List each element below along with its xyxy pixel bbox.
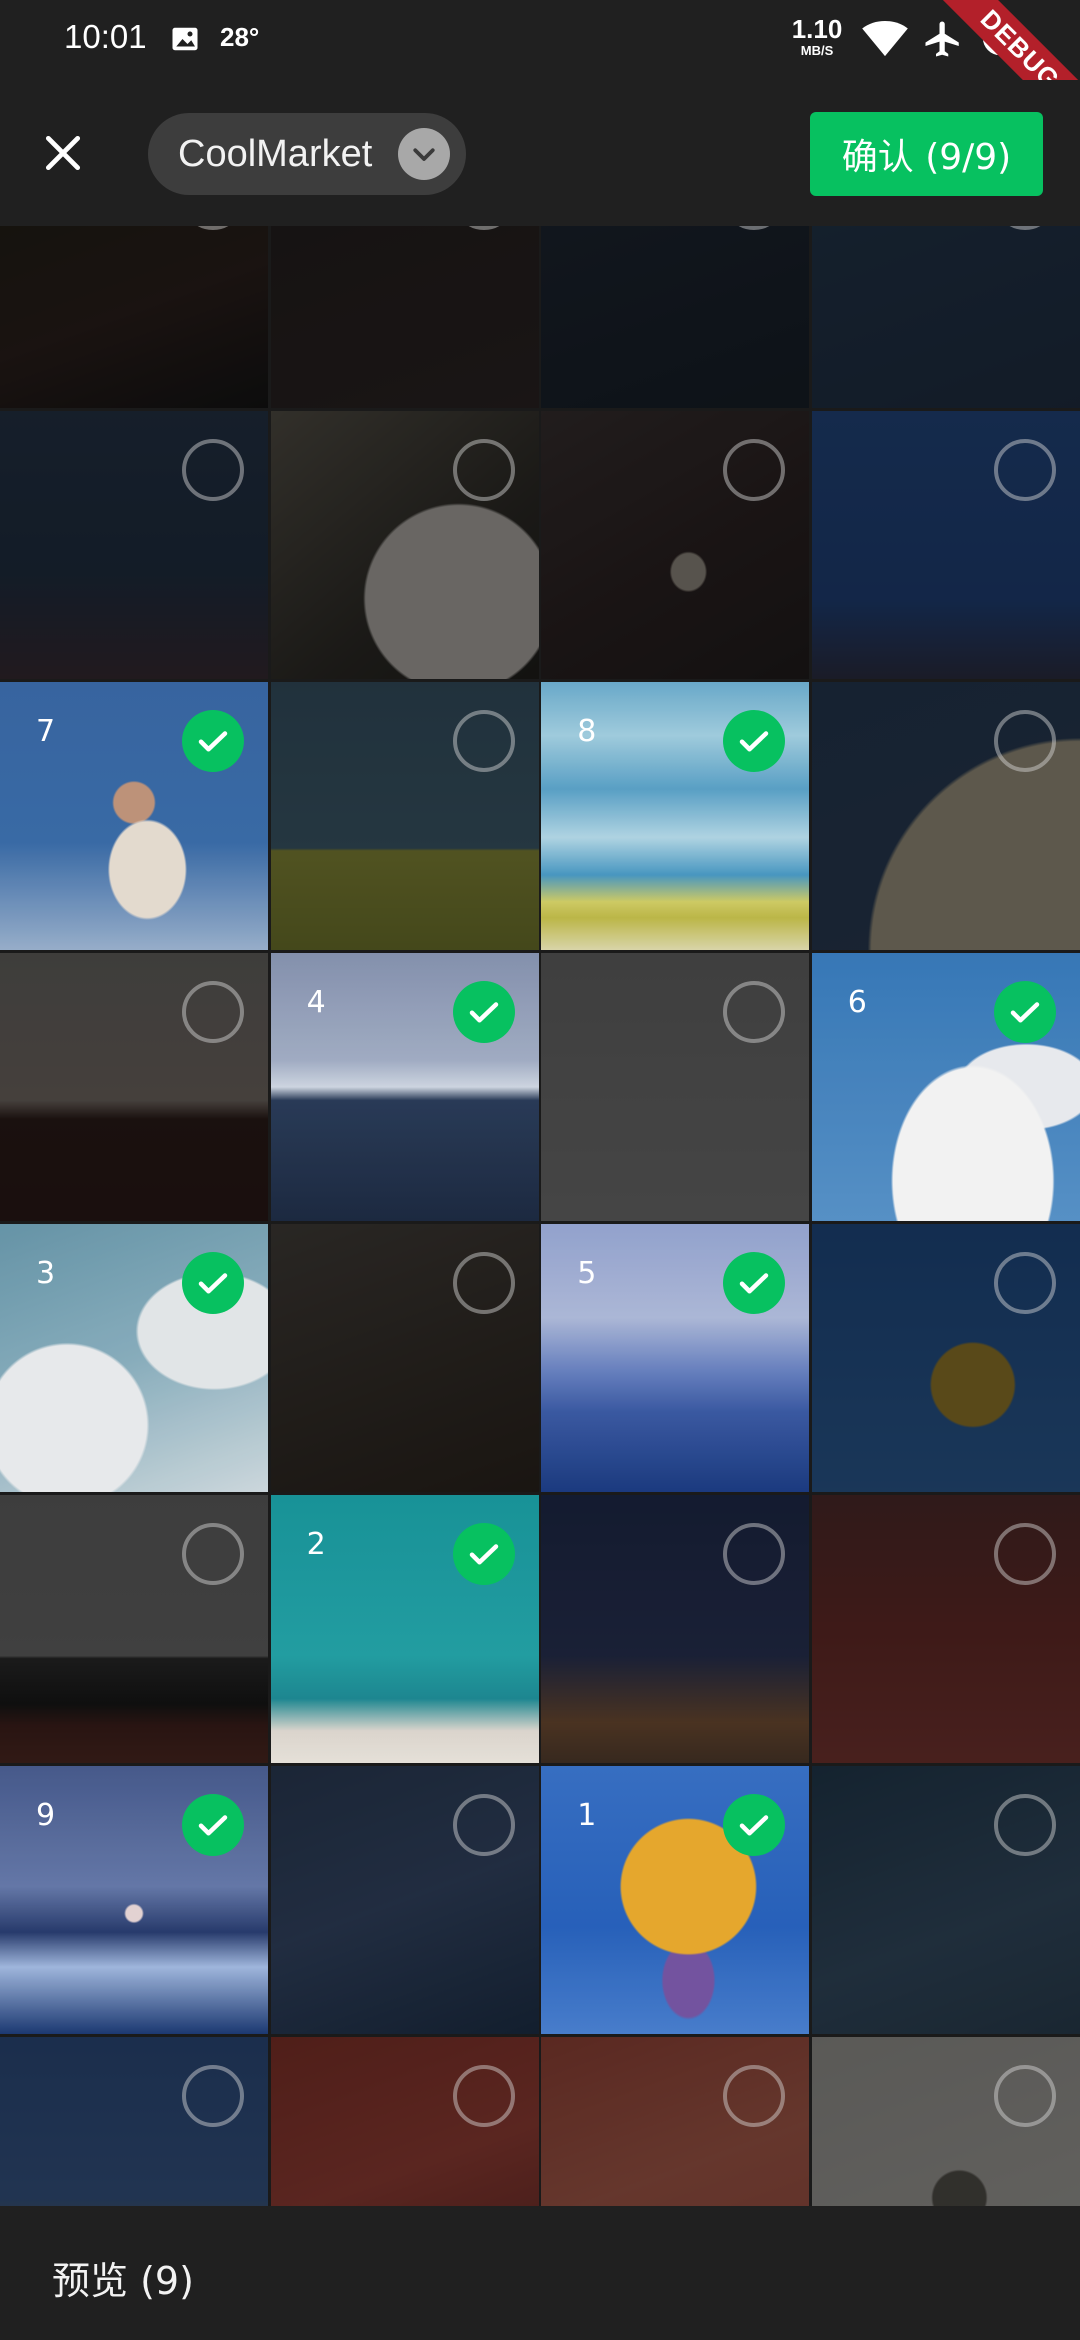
album-name: CoolMarket (178, 132, 373, 175)
photo-cell[interactable] (270, 2037, 539, 2206)
select-circle-icon[interactable] (452, 439, 515, 501)
select-circle-icon[interactable] (182, 439, 244, 501)
photo-grid-inner: 7 8 4 6 3 5 2 9 1 GIF (0, 226, 1080, 2206)
selection-order-number: 1 (577, 1798, 597, 1833)
select-circle-icon[interactable] (993, 710, 1056, 772)
photo-dim-overlay (270, 226, 539, 408)
photo-cell[interactable] (541, 411, 810, 679)
select-circle-icon[interactable] (993, 2065, 1056, 2127)
status-time: 10:01 (64, 18, 147, 55)
selection-order-number: 8 (577, 714, 597, 749)
network-speed-value: 1.10 (791, 14, 843, 44)
network-speed: 1.10 MB/S (790, 16, 844, 57)
photo-cell[interactable] (270, 1224, 539, 1492)
checkmark-icon[interactable] (182, 710, 244, 772)
select-circle-icon[interactable] (993, 1523, 1056, 1585)
select-circle-icon[interactable] (452, 710, 515, 772)
selection-order-number: 4 (306, 985, 326, 1020)
checkmark-icon[interactable] (993, 981, 1056, 1043)
airplane-mode-icon (922, 18, 964, 60)
checkmark-icon[interactable] (723, 710, 786, 772)
photo-cell[interactable]: 3 (0, 1224, 268, 1492)
photo-cell[interactable] (0, 226, 268, 408)
photo-cell[interactable]: 9 (0, 1766, 268, 2034)
selection-order-number: 9 (36, 1798, 56, 1833)
select-circle-icon[interactable] (452, 2065, 515, 2127)
photo-cell[interactable] (541, 1495, 810, 1763)
photo-cell[interactable]: 2 (270, 1495, 539, 1763)
close-icon (45, 135, 81, 171)
photo-dim-overlay (541, 226, 810, 408)
photo-cell[interactable]: 7 (0, 682, 268, 950)
photo-cell[interactable] (811, 1224, 1080, 1492)
select-circle-icon[interactable] (452, 1252, 515, 1314)
photo-cell[interactable]: 4 (270, 953, 539, 1221)
photo-cell[interactable] (270, 411, 539, 679)
image-icon (170, 24, 200, 54)
wifi-icon (862, 20, 908, 58)
album-selector[interactable]: CoolMarket (148, 113, 466, 195)
photo-cell[interactable]: 8 (541, 682, 810, 950)
select-circle-icon[interactable] (723, 2065, 786, 2127)
photo-cell[interactable] (541, 2037, 810, 2206)
select-circle-icon[interactable] (182, 981, 244, 1043)
photo-dim-overlay (0, 226, 268, 408)
photo-cell[interactable] (811, 1495, 1080, 1763)
photo-cell[interactable]: 6 (811, 953, 1080, 1221)
select-circle-icon[interactable] (452, 1794, 515, 1856)
select-circle-icon[interactable] (723, 439, 786, 501)
confirm-button[interactable]: 确认 (9/9) (810, 112, 1043, 196)
status-temperature: 28° (220, 22, 260, 52)
select-circle-icon[interactable] (182, 1523, 244, 1585)
selection-order-number: 7 (36, 714, 56, 749)
select-circle-icon[interactable] (993, 439, 1056, 501)
photo-cell[interactable]: 5 (541, 1224, 810, 1492)
photo-cell[interactable] (270, 682, 539, 950)
checkmark-icon[interactable] (723, 1252, 786, 1314)
photo-cell[interactable] (811, 682, 1080, 950)
checkmark-icon[interactable] (723, 1794, 786, 1856)
checkmark-icon[interactable] (182, 1794, 244, 1856)
photo-cell[interactable] (0, 953, 268, 1221)
checkmark-icon[interactable] (182, 1252, 244, 1314)
photo-cell[interactable] (811, 411, 1080, 679)
select-circle-icon[interactable] (723, 1523, 786, 1585)
status-extra-icon (980, 18, 1020, 58)
photo-cell[interactable] (270, 226, 539, 408)
status-bar: 10:01 28° 1.10 MB/S (0, 0, 1080, 80)
select-circle-icon[interactable] (993, 1252, 1056, 1314)
photo-cell[interactable] (541, 953, 810, 1221)
photo-cell[interactable]: 1 (541, 1766, 810, 2034)
close-button[interactable] (28, 118, 98, 188)
photo-grid: 7 8 4 6 3 5 2 9 1 GIF (0, 226, 1080, 2206)
photo-cell[interactable] (541, 226, 810, 408)
bottom-bar: 预览 (9) (0, 2206, 1080, 2340)
photo-cell[interactable] (811, 1766, 1080, 2034)
photo-dim-overlay (811, 226, 1080, 408)
selection-order-number: 3 (36, 1256, 56, 1291)
select-circle-icon[interactable] (993, 1794, 1056, 1856)
selection-order-number: 2 (306, 1527, 326, 1562)
app-bar: CoolMarket 确认 (9/9) (0, 80, 1080, 226)
chevron-down-icon (398, 128, 450, 180)
network-speed-unit: MB/S (800, 43, 834, 58)
photo-cell[interactable]: GIF (811, 2037, 1080, 2206)
checkmark-icon[interactable] (452, 1523, 515, 1585)
selection-order-number: 6 (847, 985, 867, 1020)
photo-cell[interactable] (270, 1766, 539, 2034)
selection-order-number: 5 (577, 1256, 597, 1291)
checkmark-icon[interactable] (452, 981, 515, 1043)
photo-cell[interactable] (811, 226, 1080, 408)
select-circle-icon[interactable] (723, 981, 786, 1043)
photo-cell[interactable] (0, 411, 268, 679)
photo-cell[interactable] (0, 1495, 268, 1763)
select-circle-icon[interactable] (182, 2065, 244, 2127)
photo-cell[interactable] (0, 2037, 268, 2206)
preview-button[interactable]: 预览 (9) (52, 2250, 194, 2305)
